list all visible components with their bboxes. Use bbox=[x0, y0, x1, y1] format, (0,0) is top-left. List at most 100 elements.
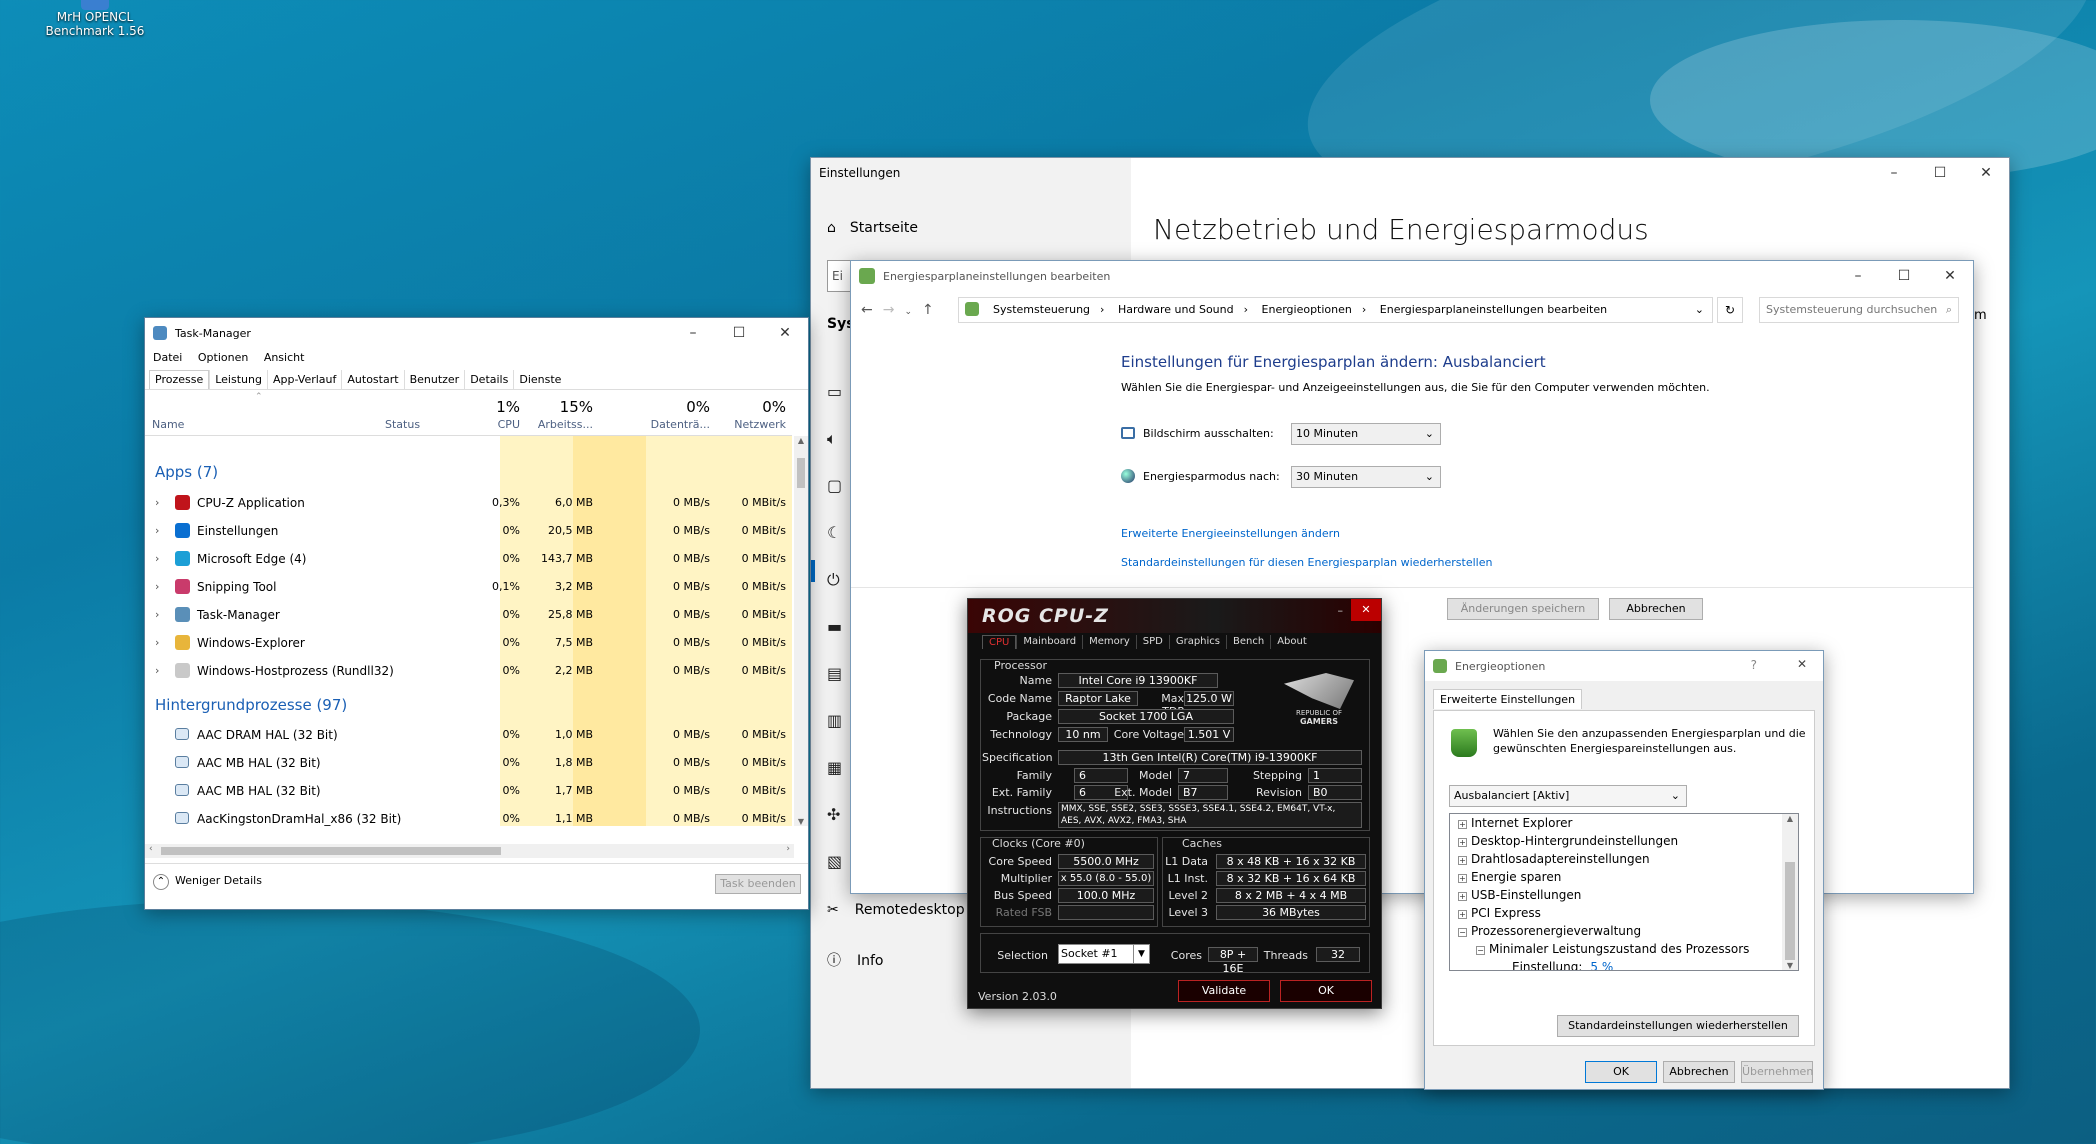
group-background[interactable]: Hintergrundprozesse (97) bbox=[155, 696, 347, 714]
tablet-icon[interactable]: ▥ bbox=[827, 697, 842, 744]
menu-file[interactable]: Datei bbox=[153, 351, 182, 364]
clipboard-icon[interactable]: ▧ bbox=[827, 838, 842, 885]
tab-performance[interactable]: Leistung bbox=[209, 370, 267, 389]
forward-button[interactable]: → bbox=[883, 302, 905, 318]
desktop-icon-benchmark[interactable]: MrH OPENCL Benchmark 1.56 bbox=[40, 0, 150, 50]
cpuz-tab-memory[interactable]: Memory bbox=[1082, 635, 1136, 649]
restore-defaults-button[interactable]: Standardeinstellungen wiederherstellen bbox=[1557, 1015, 1799, 1037]
cancel-button[interactable]: Abbrechen bbox=[1609, 598, 1703, 620]
horizontal-scrollbar[interactable]: ‹ › bbox=[145, 844, 794, 858]
scroll-up-icon[interactable]: ▲ bbox=[1782, 814, 1798, 823]
control-panel-search[interactable]: Systemsteuerung durchsuchen ⌕ bbox=[1759, 297, 1959, 323]
tab-processes[interactable]: Prozesse bbox=[149, 370, 210, 389]
process-row[interactable]: › Task-Manager 0% 25,8 MB 0 MB/s 0 MBit/s bbox=[145, 601, 792, 629]
cpuz-tab-mainboard[interactable]: Mainboard bbox=[1016, 635, 1082, 649]
advanced-settings-link[interactable]: Erweiterte Energieeinstellungen ändern bbox=[1121, 527, 1340, 540]
close-button[interactable]: ✕ bbox=[1797, 657, 1807, 671]
scroll-down-icon[interactable]: ▼ bbox=[1782, 961, 1798, 970]
up-button[interactable]: ↑ bbox=[922, 302, 944, 318]
breadcrumb-2[interactable]: Hardware und Sound bbox=[1118, 303, 1234, 316]
process-row[interactable]: › Einstellungen 0% 20,5 MB 0 MB/s 0 MBit/s bbox=[145, 517, 792, 545]
expand-icon[interactable]: + bbox=[1458, 892, 1467, 901]
expand-icon[interactable]: + bbox=[1458, 820, 1467, 829]
cpuz-tab-spd[interactable]: SPD bbox=[1135, 635, 1169, 649]
apply-button[interactable]: Übernehmen bbox=[1741, 1061, 1813, 1083]
hscroll-thumb[interactable] bbox=[161, 847, 501, 855]
process-row[interactable]: › Windows-Explorer 0% 7,5 MB 0 MB/s 0 MBit/s bbox=[145, 629, 792, 657]
expand-icon[interactable]: + bbox=[1458, 838, 1467, 847]
settings-home[interactable]: ⌂ Startseite bbox=[827, 220, 918, 236]
scroll-thumb[interactable] bbox=[797, 458, 805, 488]
end-task-button[interactable]: Task beenden bbox=[715, 874, 801, 894]
chevron-right-icon[interactable]: › bbox=[155, 524, 159, 537]
col-net[interactable]: Netzwerk bbox=[734, 418, 786, 431]
process-row[interactable]: › Windows-Hostprozess (Rundll32) 0% 2,2 MB 0… bbox=[145, 657, 792, 685]
tree-item[interactable]: + Drahtlosadaptereinstellungen bbox=[1458, 852, 1650, 866]
cpuz-header[interactable]: ROG CPU-Z – ✕ bbox=[968, 599, 1381, 633]
tree-item[interactable]: + Desktop-Hintergrundeinstellungen bbox=[1458, 834, 1678, 848]
setting-value[interactable]: 5 % bbox=[1590, 960, 1613, 970]
tree-item[interactable]: + USB-Einstellungen bbox=[1458, 888, 1581, 902]
col-status[interactable]: Status bbox=[385, 418, 420, 431]
close-button[interactable]: ✕ bbox=[1927, 261, 1973, 291]
display-icon[interactable]: ▭ bbox=[827, 368, 842, 415]
maximize-button[interactable]: ☐ bbox=[1881, 261, 1927, 291]
ok-button[interactable]: OK bbox=[1585, 1061, 1657, 1083]
collapse-icon[interactable]: − bbox=[1476, 946, 1485, 955]
plan-select[interactable]: Ausbalanciert [Aktiv] ⌄ bbox=[1449, 785, 1687, 807]
power-icon[interactable]: ⏻ bbox=[827, 556, 842, 603]
collapse-icon[interactable]: − bbox=[1458, 928, 1467, 937]
screen-off-select[interactable]: 10 Minuten ⌄ bbox=[1291, 423, 1441, 445]
menu-options[interactable]: Optionen bbox=[198, 351, 248, 364]
power-options-titlebar[interactable]: Energieoptionen ? ✕ bbox=[1425, 651, 1823, 681]
tree-setting[interactable]: Einstellung: 5 % bbox=[1512, 960, 1613, 970]
chevron-right-icon[interactable]: › bbox=[155, 636, 159, 649]
expand-icon[interactable]: + bbox=[1458, 856, 1467, 865]
projecting-icon[interactable]: ✣ bbox=[827, 791, 842, 838]
close-button[interactable]: ✕ bbox=[1963, 158, 2009, 188]
chevron-right-icon[interactable]: › bbox=[155, 580, 159, 593]
chevron-right-icon[interactable]: › bbox=[155, 608, 159, 621]
minimize-button[interactable]: – bbox=[1338, 604, 1344, 617]
maximize-button[interactable]: ☐ bbox=[716, 318, 762, 348]
cpuz-tab-bench[interactable]: Bench bbox=[1226, 635, 1270, 649]
close-button[interactable]: ✕ bbox=[1351, 599, 1381, 621]
less-details[interactable]: ⌃ Weniger Details bbox=[153, 874, 262, 890]
help-button[interactable]: ? bbox=[1751, 658, 1757, 672]
process-row[interactable]: › CPU-Z Application 0,3% 6,0 MB 0 MB/s 0 MBit… bbox=[145, 489, 792, 517]
focus-icon[interactable]: ☾ bbox=[827, 509, 842, 556]
process-row[interactable]: › Microsoft Edge (4) 0% 143,7 MB 0 MB/s 0 MBi… bbox=[145, 545, 792, 573]
tab-details[interactable]: Details bbox=[464, 370, 513, 389]
tree-item[interactable]: + PCI Express bbox=[1458, 906, 1541, 920]
col-cpu[interactable]: CPU bbox=[498, 418, 520, 431]
ok-button[interactable]: OK bbox=[1280, 980, 1372, 1002]
tab-users[interactable]: Benutzer bbox=[403, 370, 465, 389]
battery-icon[interactable]: ▬ bbox=[827, 603, 842, 650]
restore-defaults-link[interactable]: Standardeinstellungen für diesen Energie… bbox=[1121, 556, 1492, 569]
nav-info[interactable]: ⓘ Info bbox=[827, 950, 884, 970]
multitasking-icon[interactable]: ▦ bbox=[827, 744, 842, 791]
breadcrumb-4[interactable]: Energiesparplaneinstellungen bearbeiten bbox=[1380, 303, 1607, 316]
process-row[interactable]: AAC MB HAL (32 Bit) 0% 1,8 MB 0 MB/s 0 MBit/… bbox=[145, 749, 792, 777]
chevron-right-icon[interactable]: › bbox=[155, 664, 159, 677]
process-row[interactable]: AacKingstonDramHal_x86 (32 Bit) 0% 1,1 MB 0… bbox=[145, 805, 792, 833]
menu-view[interactable]: Ansicht bbox=[264, 351, 305, 364]
minimize-button[interactable]: – bbox=[1835, 261, 1881, 291]
chevron-right-icon[interactable]: › bbox=[155, 552, 159, 565]
scroll-down-icon[interactable]: ▼ bbox=[794, 817, 808, 826]
notifications-icon[interactable]: ▢ bbox=[827, 462, 842, 509]
cancel-button[interactable]: Abbrechen bbox=[1663, 1061, 1735, 1083]
expand-icon[interactable]: + bbox=[1458, 874, 1467, 883]
refresh-button[interactable]: ↻ bbox=[1717, 297, 1743, 323]
back-button[interactable]: ← bbox=[861, 302, 883, 318]
chevron-right-icon[interactable]: › bbox=[155, 496, 159, 509]
breadcrumb-3[interactable]: Energieoptionen bbox=[1262, 303, 1352, 316]
group-apps[interactable]: Apps (7) bbox=[155, 463, 218, 481]
expand-icon[interactable]: + bbox=[1458, 910, 1467, 919]
tree-scrollbar[interactable]: ▲ ▼ bbox=[1782, 814, 1798, 970]
col-name[interactable]: Name bbox=[152, 418, 184, 431]
scroll-right-icon[interactable]: › bbox=[786, 844, 790, 854]
validate-button[interactable]: Validate bbox=[1178, 980, 1270, 1002]
cpuz-tab-cpu[interactable]: CPU bbox=[982, 635, 1017, 649]
minimize-button[interactable]: – bbox=[670, 318, 716, 348]
